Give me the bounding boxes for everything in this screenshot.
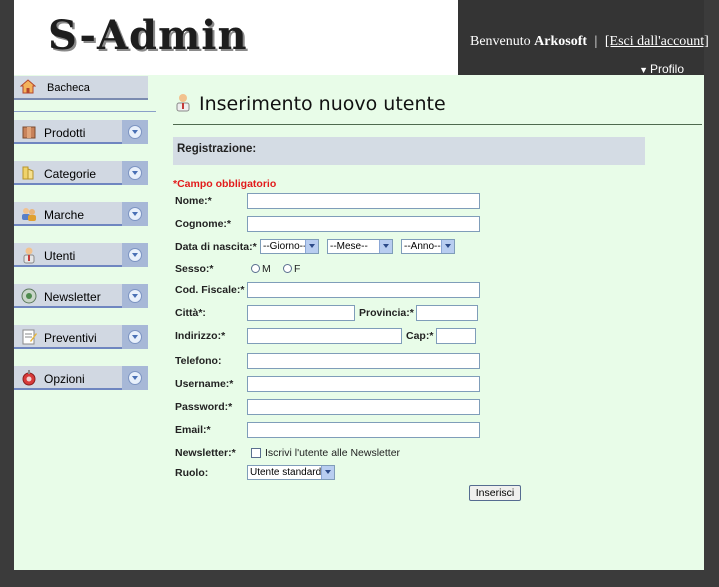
- giorno-select[interactable]: --Giorno--: [260, 239, 319, 254]
- indirizzo-label: Indirizzo:*: [175, 330, 226, 342]
- sidebar-item-preventivi[interactable]: Preventivi: [14, 325, 148, 349]
- nome-input[interactable]: [247, 193, 480, 209]
- username-input[interactable]: [247, 376, 480, 392]
- sidebar-item-prodotti[interactable]: Prodotti: [14, 120, 148, 144]
- settings-icon: [22, 370, 36, 386]
- document-icon: [22, 329, 37, 345]
- chevron-down-icon[interactable]: [122, 243, 148, 267]
- admin-page: S-Admin Benvenuto Arkosoft | [Esci dall'…: [14, 0, 709, 570]
- logout-link[interactable]: [Esci dall'account]: [605, 34, 709, 49]
- newsletter-icon: [21, 288, 37, 304]
- provincia-input[interactable]: [416, 305, 478, 321]
- header: S-Admin Benvenuto Arkosoft | [Esci dall'…: [14, 0, 709, 76]
- sidebar-item-bacheca[interactable]: Bacheca: [14, 76, 148, 100]
- section-header: Registrazione:: [173, 137, 645, 165]
- user-icon: [23, 247, 35, 264]
- home-icon: [20, 79, 36, 94]
- folder-icon: [22, 166, 34, 180]
- logo: S-Admin: [48, 12, 248, 59]
- selected-value: --Anno--: [404, 241, 441, 252]
- data-nascita-label: Data di nascita:*: [175, 241, 257, 253]
- telefono-input[interactable]: [247, 353, 480, 369]
- selected-value: Utente standard: [250, 467, 322, 478]
- sidebar-item-categorie[interactable]: Categorie: [14, 161, 148, 185]
- sidebar-item-label: Opzioni: [44, 372, 85, 386]
- page-title: Inserimento nuovo utente: [199, 93, 446, 115]
- profile-menu[interactable]: ▼ Profilo: [639, 62, 684, 76]
- selected-value: --Mese--: [330, 241, 368, 252]
- provincia-label: Provincia:*: [359, 307, 414, 319]
- users-icon: [22, 208, 36, 221]
- sidebar-item-label: Categorie: [44, 167, 97, 181]
- newsletter-label: Newsletter:*: [175, 447, 236, 459]
- username-label: Username:*: [175, 378, 234, 390]
- box-icon: [22, 126, 36, 139]
- cognome-input[interactable]: [247, 216, 480, 232]
- divider: [173, 124, 702, 125]
- chevron-down-icon[interactable]: [122, 284, 148, 308]
- sidebar-item-opzioni[interactable]: Opzioni: [14, 366, 148, 390]
- newsletter-checkbox-label: Iscrivi l'utente alle Newsletter: [265, 447, 401, 459]
- sidebar-item-label: Newsletter: [44, 290, 101, 304]
- sidebar-item-marche[interactable]: Marche: [14, 202, 148, 226]
- chevron-down-icon[interactable]: [122, 366, 148, 390]
- sidebar-item-newsletter[interactable]: Newsletter: [14, 284, 148, 308]
- radio-label-m: M: [262, 263, 271, 275]
- password-input[interactable]: [247, 399, 480, 415]
- sesso-radio-m[interactable]: [251, 264, 260, 273]
- email-label: Email:*: [175, 424, 211, 436]
- chevron-down-icon[interactable]: [122, 202, 148, 226]
- required-note: *Campo obbligatorio: [173, 178, 277, 190]
- chevron-down-icon[interactable]: [122, 325, 148, 349]
- sidebar-item-label: Marche: [44, 208, 85, 222]
- section-title: Registrazione:: [177, 143, 257, 155]
- triangle-down-icon: ▼: [639, 65, 648, 75]
- chevron-down-icon: [379, 240, 392, 253]
- chevron-down-icon: [441, 240, 454, 253]
- username: Arkosoft: [534, 34, 588, 49]
- ruolo-select[interactable]: Utente standard: [247, 465, 335, 480]
- sidebar-item-label: Prodotti: [44, 126, 86, 140]
- sidebar-item-label: Bacheca: [47, 82, 90, 94]
- cap-label: Cap:*: [406, 330, 434, 342]
- citta-input[interactable]: [247, 305, 355, 321]
- newsletter-checkbox[interactable]: [251, 448, 261, 458]
- sesso-label: Sesso:*: [175, 263, 214, 275]
- profile-label: Profilo: [649, 62, 684, 76]
- chevron-down-icon: [321, 466, 334, 479]
- indirizzo-input[interactable]: [247, 328, 402, 344]
- anno-select[interactable]: --Anno--: [401, 239, 455, 254]
- chevron-down-icon[interactable]: [122, 161, 148, 185]
- chevron-down-icon: [305, 240, 318, 253]
- divider: [14, 111, 156, 112]
- citta-label: Città*:: [175, 307, 206, 319]
- cod-fiscale-input[interactable]: [247, 282, 480, 298]
- password-label: Password:*: [175, 401, 233, 413]
- telefono-label: Telefono:: [175, 355, 222, 367]
- sidebar-item-label: Preventivi: [44, 331, 97, 345]
- chevron-down-icon[interactable]: [122, 120, 148, 144]
- user-bar: Benvenuto Arkosoft | [Esci dall'account]…: [458, 0, 709, 76]
- inserisci-button[interactable]: Inserisci: [469, 485, 521, 501]
- radio-label-f: F: [294, 263, 301, 275]
- selected-value: --Giorno--: [263, 241, 307, 252]
- cap-input[interactable]: [436, 328, 476, 344]
- cognome-label: Cognome:*: [175, 218, 231, 230]
- sidebar-item-label: Utenti: [44, 249, 76, 263]
- email-input[interactable]: [247, 422, 480, 438]
- user-icon: [176, 94, 190, 112]
- logo-area: S-Admin: [14, 0, 458, 75]
- welcome-message: Benvenuto Arkosoft | [Esci dall'account]: [470, 34, 709, 50]
- sesso-radio-f[interactable]: [283, 264, 292, 273]
- mese-select[interactable]: --Mese--: [327, 239, 393, 254]
- cod-fiscale-label: Cod. Fiscale:*: [175, 284, 245, 296]
- welcome-prefix: Benvenuto: [470, 34, 531, 49]
- sidebar-item-utenti[interactable]: Utenti: [14, 243, 148, 267]
- separator: |: [594, 34, 598, 49]
- nome-label: Nome:*: [175, 195, 212, 207]
- ruolo-label: Ruolo:: [175, 467, 209, 479]
